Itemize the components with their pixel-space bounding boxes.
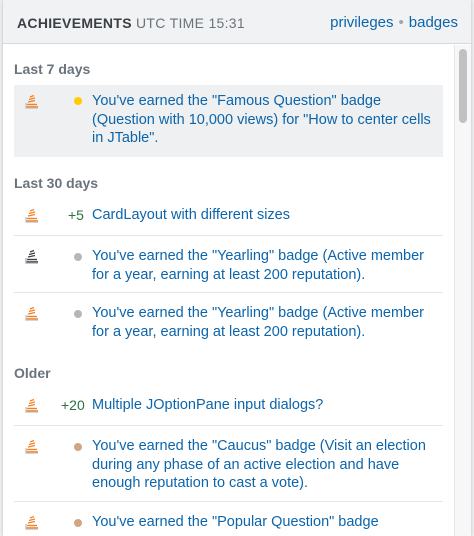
achievement-icon-orange xyxy=(25,94,38,109)
reputation-change: +5 xyxy=(68,207,84,223)
achievement-item[interactable]: You've earned the "Popular Question" bad… xyxy=(14,501,443,536)
achievement-icon-orange xyxy=(25,515,38,530)
achievements-list[interactable]: Last 7 days You've earned the "Famous Qu… xyxy=(3,45,454,536)
header-links: privileges • badges xyxy=(330,14,458,31)
scrollbar[interactable] xyxy=(454,45,471,536)
section-label-last-30-days: Last 30 days xyxy=(14,175,99,191)
achievement-item[interactable]: You've earned the "Famous Question" badg… xyxy=(14,85,443,157)
dialog-title: ACHIEVEMENTS xyxy=(17,15,132,31)
badges-link[interactable]: badges xyxy=(409,14,458,31)
badge-bronze-dot xyxy=(74,443,82,451)
badge-bronze-dot xyxy=(74,519,82,527)
achievement-text[interactable]: Multiple JOptionPane input dialogs? xyxy=(92,396,437,415)
link-separator: • xyxy=(398,14,404,31)
achievement-item[interactable]: +20 Multiple JOptionPane input dialogs? xyxy=(14,389,443,425)
achievement-icon-orange xyxy=(25,398,38,413)
achievement-text[interactable]: You've earned the "Popular Question" bad… xyxy=(92,513,437,532)
achievement-text[interactable]: You've earned the "Caucus" badge (Visit … xyxy=(92,437,437,493)
badge-silver-dot xyxy=(74,253,82,261)
achievement-icon-orange xyxy=(25,306,38,321)
section-label-last-7-days: Last 7 days xyxy=(14,61,91,77)
achievements-dialog: ACHIEVEMENTS UTC TIME 15:31 privileges • b… xyxy=(3,0,471,536)
badge-gold-dot xyxy=(74,97,82,105)
achievement-text[interactable]: CardLayout with different sizes xyxy=(92,206,437,225)
achievement-item[interactable]: You've earned the "Caucus" badge (Visit … xyxy=(14,425,443,501)
achievement-icon-gray xyxy=(25,249,38,264)
badge-silver-dot xyxy=(74,310,82,318)
utc-time: UTC TIME 15:31 xyxy=(136,15,245,31)
dialog-header: ACHIEVEMENTS UTC TIME 15:31 privileges • b… xyxy=(3,0,471,44)
achievement-text[interactable]: You've earned the "Yearling" badge (Acti… xyxy=(92,247,437,284)
achievement-icon-orange xyxy=(25,208,38,223)
achievement-text[interactable]: You've earned the "Famous Question" badg… xyxy=(92,92,437,148)
achievement-icon-orange xyxy=(25,439,38,454)
section-label-older: Older xyxy=(14,365,51,381)
reputation-change: +20 xyxy=(61,397,85,413)
scrollbar-thumb[interactable] xyxy=(459,49,467,123)
achievement-item[interactable]: +5 CardLayout with different sizes xyxy=(14,199,443,235)
achievement-item[interactable]: You've earned the "Yearling" badge (Acti… xyxy=(14,235,443,292)
achievement-item[interactable]: You've earned the "Yearling" badge (Acti… xyxy=(14,292,443,349)
privileges-link[interactable]: privileges xyxy=(330,14,393,31)
achievement-text[interactable]: You've earned the "Yearling" badge (Acti… xyxy=(92,304,437,341)
